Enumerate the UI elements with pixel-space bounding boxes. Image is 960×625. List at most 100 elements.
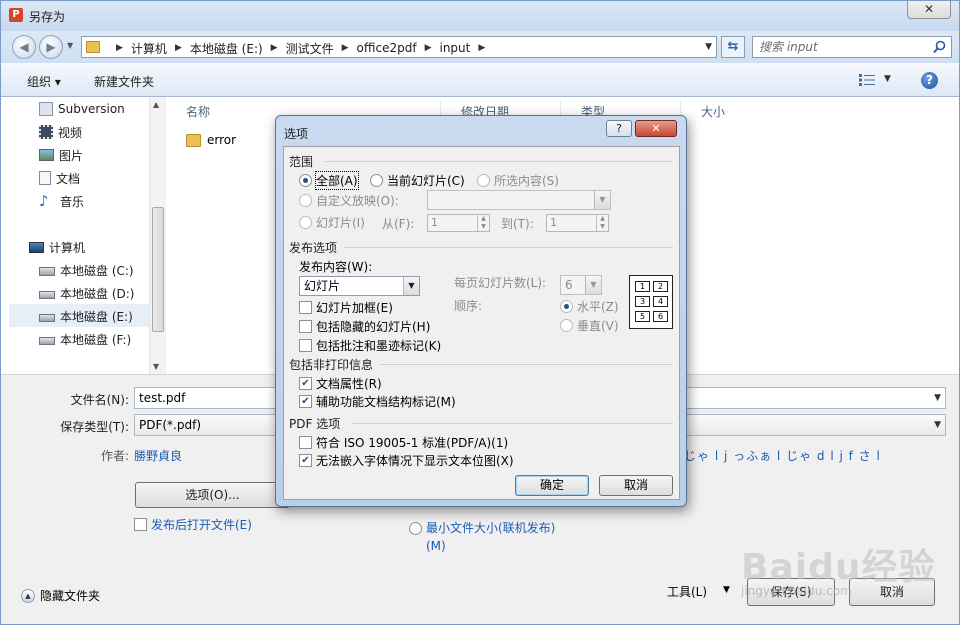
- search-icon[interactable]: [933, 40, 946, 54]
- window-close-button[interactable]: ✕: [907, 1, 951, 19]
- hide-folders-toggle[interactable]: ▲ 隐藏文件夹: [21, 587, 100, 604]
- savetype-label: 保存类型(T):: [60, 420, 129, 434]
- range-all-radio[interactable]: [299, 174, 312, 187]
- open-after-publish-option[interactable]: 发布后打开文件(E): [134, 516, 252, 533]
- doc-props-option[interactable]: ✔ 文档属性(R): [299, 375, 382, 392]
- crumb-computer[interactable]: 计算机: [131, 40, 167, 57]
- dialog-ok-button[interactable]: 确定: [515, 475, 589, 496]
- crumb-office2pdf[interactable]: office2pdf: [357, 41, 417, 55]
- order-vertical-radio[interactable]: [560, 319, 573, 332]
- order-horizontal-option[interactable]: 水平(Z): [560, 298, 619, 315]
- nav-item-drive-f[interactable]: 本地磁盘 (F:): [39, 329, 131, 349]
- tools-dropdown-icon[interactable]: ▼: [723, 585, 730, 595]
- scroll-down-icon[interactable]: ▼: [153, 362, 159, 371]
- nav-item-pictures[interactable]: 图片: [39, 145, 83, 165]
- scroll-thumb[interactable]: [152, 207, 164, 332]
- nav-item-documents[interactable]: 文档: [39, 168, 80, 188]
- cancel-button[interactable]: 取消: [849, 578, 935, 606]
- view-dropdown-icon[interactable]: ▼: [884, 74, 891, 84]
- refresh-button[interactable]: ⇆: [721, 36, 745, 58]
- doc-structure-option[interactable]: ✔ 辅助功能文档结构标记(M): [299, 393, 456, 410]
- chevron-down-icon[interactable]: ▼: [403, 277, 419, 295]
- bitmap-text-checkbox[interactable]: ✔: [299, 454, 312, 467]
- save-button[interactable]: 保存(S): [747, 578, 835, 606]
- chevron-right-icon[interactable]: ▶: [342, 43, 349, 53]
- column-header-size[interactable]: 大小: [681, 101, 781, 123]
- range-selection-radio[interactable]: [477, 174, 490, 187]
- frame-slides-checkbox[interactable]: [299, 301, 312, 314]
- frame-slides-option[interactable]: 幻灯片加框(E): [299, 299, 393, 316]
- crumb-drive-e[interactable]: 本地磁盘 (E:): [190, 40, 263, 57]
- filename-dropdown-icon[interactable]: ▼: [934, 388, 941, 408]
- chevron-down-icon[interactable]: ▼: [585, 276, 601, 294]
- spinner-arrows-icon[interactable]: ▲ ▼: [477, 215, 489, 231]
- custom-show-select[interactable]: ▼: [427, 190, 611, 210]
- hidden-slides-option[interactable]: 包括隐藏的幻灯片(H): [299, 318, 430, 335]
- nav-item-drive-d[interactable]: 本地磁盘 (D:): [39, 283, 134, 303]
- per-page-select[interactable]: 6 ▼: [560, 275, 602, 295]
- new-folder-button[interactable]: 新建文件夹: [94, 73, 154, 90]
- chevron-right-icon[interactable]: ▶: [116, 43, 123, 53]
- chevron-right-icon[interactable]: ▶: [271, 43, 278, 53]
- doc-structure-checkbox[interactable]: ✔: [299, 395, 312, 408]
- range-all-option[interactable]: 全部(A): [299, 171, 359, 190]
- minimum-size-radio[interactable]: [409, 522, 422, 535]
- range-current-radio[interactable]: [370, 174, 383, 187]
- from-spinner[interactable]: 1 ▲ ▼: [427, 214, 490, 232]
- minimum-size-option[interactable]: 最小文件大小(联机发布)(M): [409, 519, 556, 555]
- crumb-input[interactable]: input: [439, 41, 470, 55]
- chevron-right-icon[interactable]: ▶: [478, 43, 485, 53]
- author-value[interactable]: 勝野貞良: [134, 447, 182, 464]
- chevron-down-icon[interactable]: ▼: [594, 191, 610, 209]
- options-button[interactable]: 选项(O)...: [135, 482, 290, 508]
- range-custom-option[interactable]: 自定义放映(O):: [299, 192, 399, 209]
- nav-item-drive-c[interactable]: 本地磁盘 (C:): [39, 260, 134, 280]
- view-options-icon[interactable]: [859, 74, 875, 86]
- bitmap-text-option[interactable]: ✔ 无法嵌入字体情况下显示文本位图(X): [299, 452, 514, 469]
- chevron-right-icon[interactable]: ▶: [175, 43, 182, 53]
- range-current-option[interactable]: 当前幻灯片(C): [370, 172, 465, 189]
- dialog-cancel-button[interactable]: 取消: [599, 475, 673, 496]
- pdfa-option[interactable]: 符合 ISO 19005-1 标准(PDF/A)(1): [299, 434, 508, 451]
- open-after-publish-checkbox[interactable]: [134, 518, 147, 531]
- nav-item-drive-e[interactable]: 本地磁盘 (E:): [39, 306, 133, 326]
- range-slides-option[interactable]: 幻灯片(I): [299, 214, 365, 231]
- search-input[interactable]: [757, 39, 927, 55]
- order-vertical-option[interactable]: 垂直(V): [560, 317, 619, 334]
- drive-icon: [39, 290, 55, 299]
- crumb-test-files[interactable]: 测试文件: [286, 40, 334, 57]
- to-spinner[interactable]: 1 ▲ ▼: [546, 214, 609, 232]
- help-icon[interactable]: ?: [921, 72, 938, 89]
- tools-button[interactable]: 工具(L): [667, 583, 707, 600]
- author-extra-text[interactable]: じゃ l j っふぁ l じゃ d l j f さ l: [684, 447, 881, 464]
- back-button[interactable]: ◀: [12, 35, 36, 59]
- range-custom-radio[interactable]: [299, 194, 312, 207]
- publish-content-select[interactable]: 幻灯片 ▼: [299, 276, 420, 296]
- comments-checkbox[interactable]: [299, 339, 312, 352]
- history-dropdown-icon[interactable]: ▼: [67, 41, 73, 50]
- nav-item-music[interactable]: ♪ 音乐: [39, 191, 84, 211]
- organize-button[interactable]: 组织 ▾: [27, 73, 61, 90]
- per-page-label: 每页幻灯片数(L):: [454, 276, 547, 290]
- nav-item-video[interactable]: 视频: [39, 122, 82, 142]
- list-item[interactable]: error: [186, 133, 236, 147]
- forward-button[interactable]: ▶: [39, 35, 63, 59]
- pdfa-checkbox[interactable]: [299, 436, 312, 449]
- dialog-help-button[interactable]: ?: [606, 120, 632, 137]
- range-selection-option[interactable]: 所选内容(S): [477, 172, 559, 189]
- range-slides-radio[interactable]: [299, 216, 312, 229]
- nav-item-subversion[interactable]: Subversion: [39, 99, 125, 119]
- comments-option[interactable]: 包括批注和墨迹标记(K): [299, 337, 441, 354]
- scroll-up-icon[interactable]: ▲: [153, 100, 159, 109]
- order-horizontal-radio[interactable]: [560, 300, 573, 313]
- doc-props-checkbox[interactable]: ✔: [299, 377, 312, 390]
- savetype-dropdown-icon[interactable]: ▼: [934, 415, 941, 435]
- nav-scrollbar[interactable]: ▲ ▼: [149, 97, 165, 374]
- dialog-close-button[interactable]: ✕: [635, 120, 677, 137]
- address-dropdown-icon[interactable]: ▼: [705, 42, 712, 52]
- chevron-right-icon[interactable]: ▶: [425, 43, 432, 53]
- nav-item-computer[interactable]: 计算机: [29, 237, 85, 257]
- hidden-slides-checkbox[interactable]: [299, 320, 312, 333]
- spinner-arrows-icon[interactable]: ▲ ▼: [596, 215, 608, 231]
- address-bar[interactable]: ▶ 计算机 ▶ 本地磁盘 (E:) ▶ 测试文件 ▶ office2pdf ▶ …: [81, 36, 717, 58]
